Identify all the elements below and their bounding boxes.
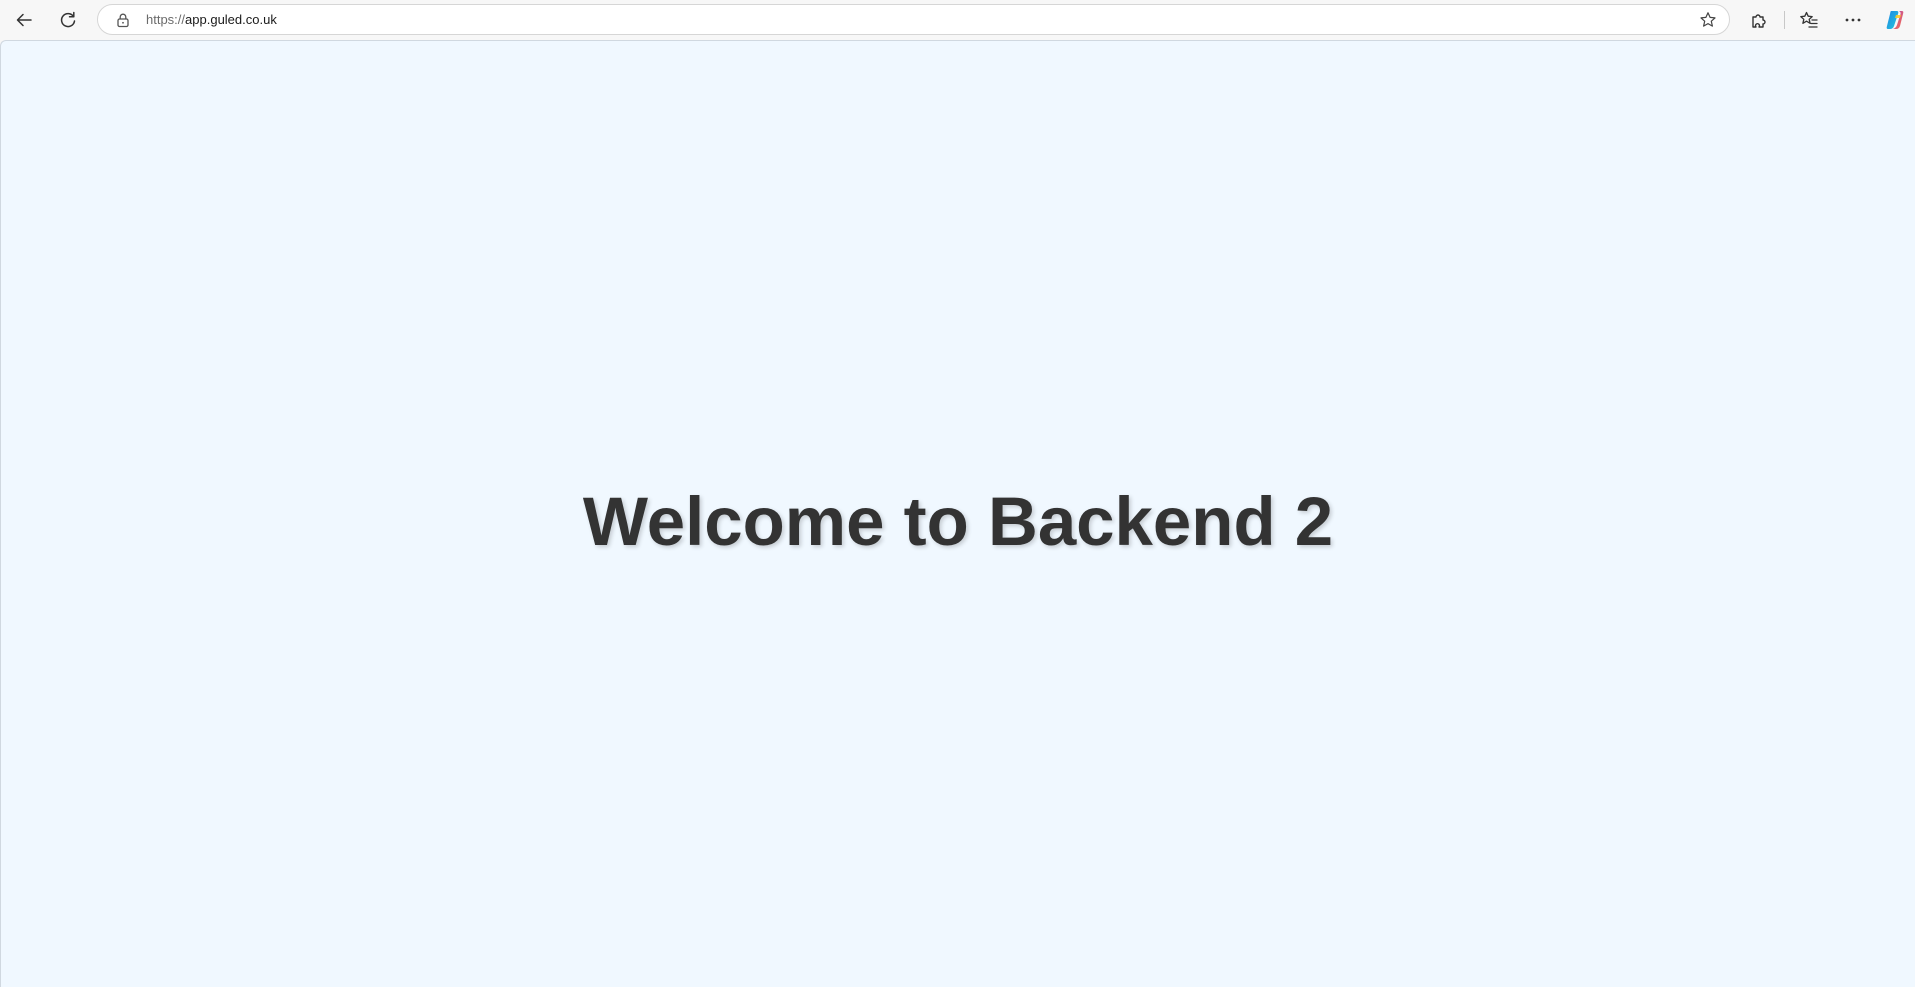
page-heading: Welcome to Backend 2 [582,482,1334,560]
refresh-icon [58,10,78,30]
refresh-button[interactable] [52,4,84,36]
url-text[interactable]: https://app.guled.co.uk [146,5,277,34]
extensions-button[interactable] [1743,4,1775,36]
page-viewport: Welcome to Backend 2 [0,40,1915,987]
back-button[interactable] [8,4,40,36]
more-dots-icon [1843,10,1863,30]
url-host: app.guled.co.uk [185,12,277,27]
browser-window: https://app.guled.co.uk Welcome to Backe… [0,0,1915,987]
address-bar[interactable]: https://app.guled.co.uk [97,4,1730,35]
favorites-button[interactable] [1793,4,1825,36]
lock-icon[interactable] [115,12,131,28]
copilot-icon [1884,9,1906,31]
url-scheme: https:// [146,12,186,27]
back-arrow-icon [14,10,34,30]
puzzle-icon [1749,10,1769,30]
more-button[interactable] [1837,4,1869,36]
favorites-list-icon [1799,10,1819,30]
browser-toolbar: https://app.guled.co.uk [0,0,1915,40]
toolbar-separator [1784,11,1785,29]
copilot-button[interactable] [1879,4,1911,36]
star-icon[interactable] [1699,11,1717,29]
